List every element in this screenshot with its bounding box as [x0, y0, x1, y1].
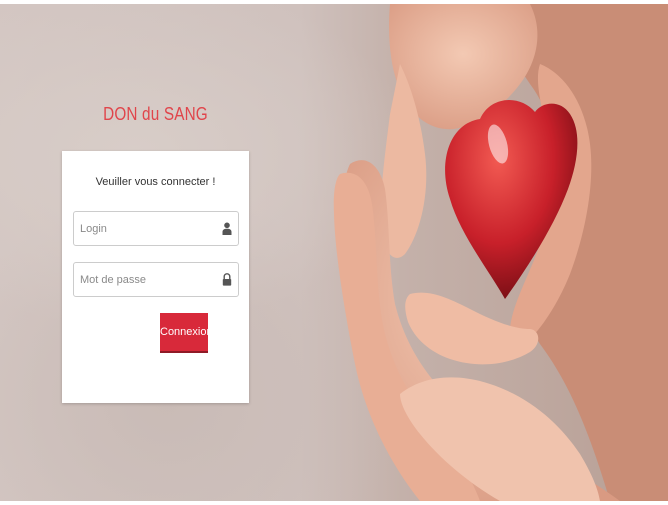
login-card: Veuiller vous connecter ! Connexion — [62, 151, 249, 403]
login-heading: Veuiller vous connecter ! — [95, 176, 216, 188]
login-input[interactable] — [74, 212, 214, 245]
password-field — [73, 262, 239, 297]
lock-icon — [222, 273, 232, 286]
app-title: DON du SANG — [103, 104, 208, 124]
login-field — [73, 211, 239, 246]
password-input[interactable] — [74, 263, 214, 296]
hands-heart-image — [333, 4, 668, 501]
connexion-button[interactable]: Connexion — [160, 313, 213, 353]
user-icon — [222, 222, 232, 235]
